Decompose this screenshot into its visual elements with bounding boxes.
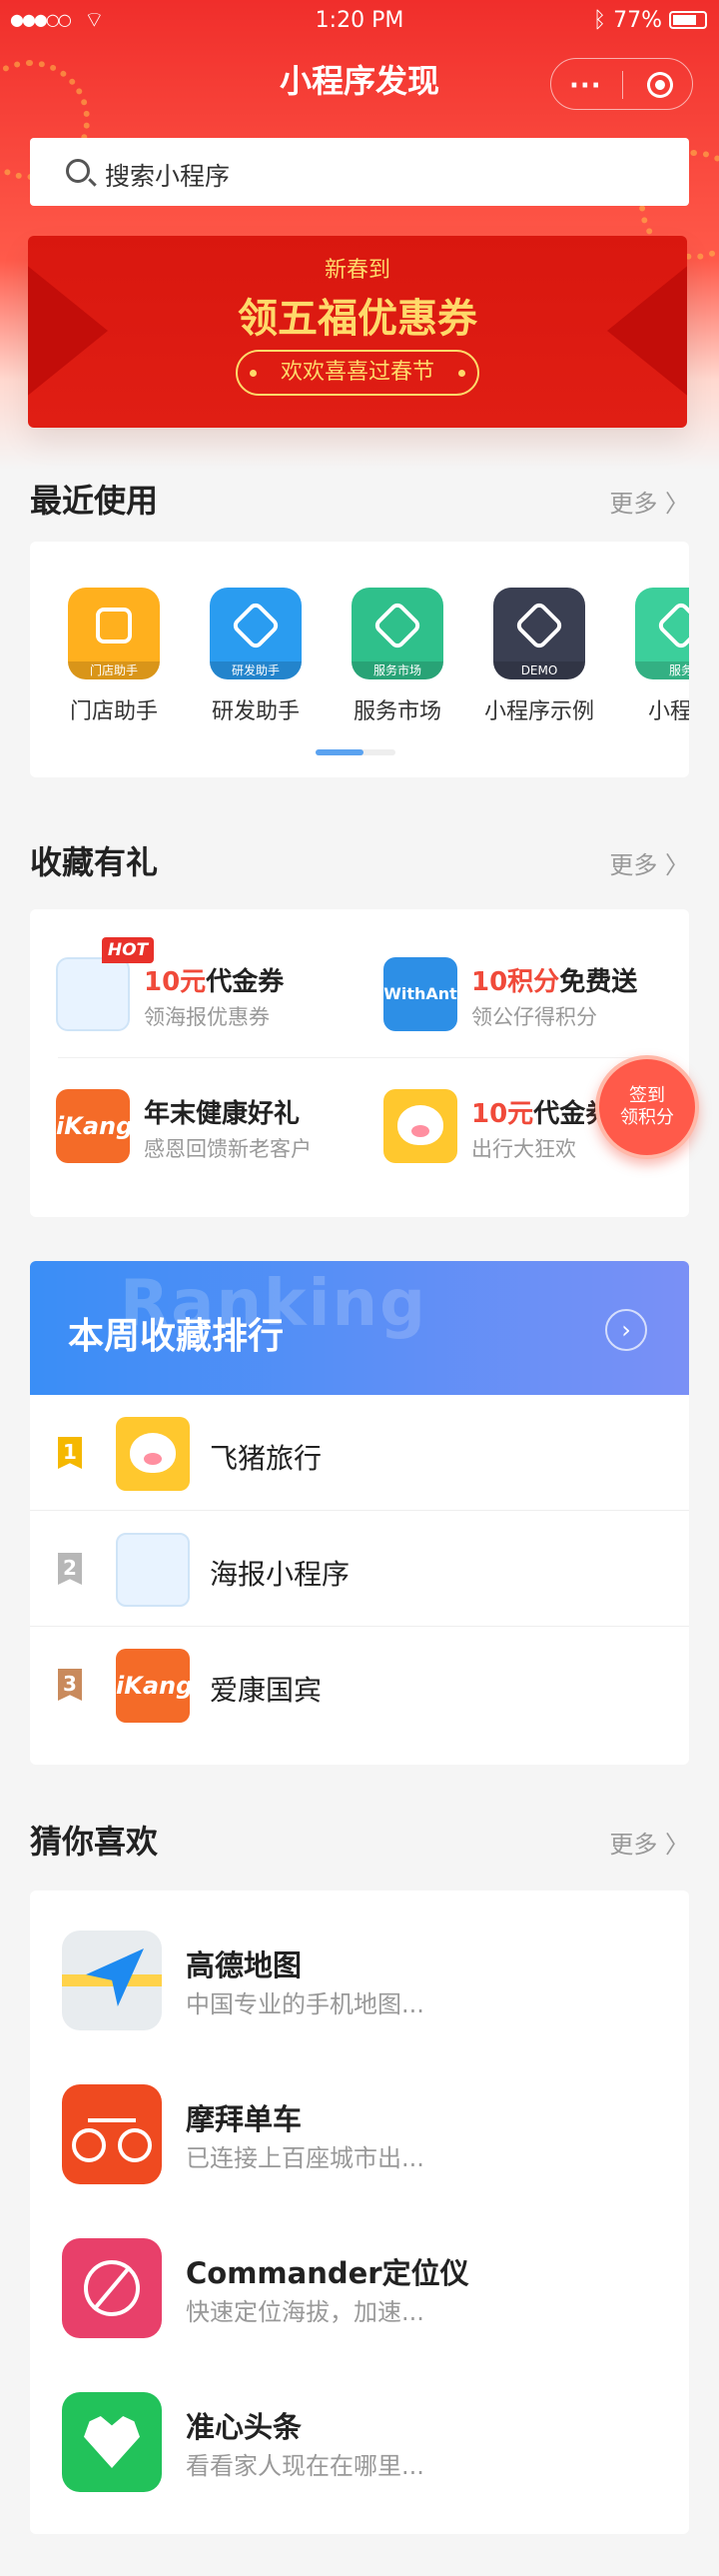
ikang-icon: iKang <box>56 1089 133 1163</box>
service-icon: 服务 <box>635 588 689 679</box>
recommend-desc: 中国专业的手机地图... <box>186 1990 424 2018</box>
bluetooth-icon: ᛒ <box>592 8 607 33</box>
recent-item-label: 小程序 <box>647 699 689 724</box>
recommend-row[interactable]: 高德地图 中国专业的手机地图... <box>30 1891 689 2040</box>
recent-item-label: 门店助手 <box>69 699 158 724</box>
favorite-item[interactable]: iKang 年末健康好礼 感恩回馈新老客户 <box>56 1081 356 1171</box>
basketball-icon <box>62 2238 162 2338</box>
weekly-ranking-card: Ranking 本周收藏排行 › 1 飞猪旅行 2 海报小程序 3 iKang … <box>30 1261 689 1765</box>
recommend-name: Commander定位仪 <box>186 2256 469 2290</box>
favorite-subtitle: 出行大狂欢 <box>471 1137 576 1161</box>
sign-in-points-button[interactable]: 签到 领积分 <box>595 1055 699 1159</box>
recommend-row[interactable]: 准心头条 看看家人现在在哪里... <box>30 2352 689 2502</box>
rank-badge: 1 <box>58 1437 82 1469</box>
favorite-title: 10积分免费送 <box>471 967 638 997</box>
favorite-item[interactable]: WithAnt 10积分免费送 领公仔得积分 <box>383 949 683 1039</box>
chevron-right-icon[interactable]: › <box>605 1309 647 1351</box>
poster-icon <box>116 1533 190 1607</box>
banner-cta[interactable]: 欢欢喜喜过春节 <box>236 350 479 396</box>
more-link-guess[interactable]: 更多 〉 <box>609 1825 689 1860</box>
favorite-subtitle: 领公仔得积分 <box>471 1005 597 1029</box>
banner-subtitle: 新春到 <box>324 258 390 283</box>
rank-badge: 2 <box>58 1553 82 1585</box>
ranking-row[interactable]: 3 iKang 爱康国宾 <box>30 1627 689 1743</box>
fliggy-icon <box>116 1417 190 1491</box>
favorite-title: 年末健康好礼 <box>144 1099 301 1129</box>
close-target-icon[interactable] <box>642 67 678 103</box>
favorite-subtitle: 领海报优惠券 <box>144 1005 270 1029</box>
poster-icon <box>56 957 130 1031</box>
hot-badge: HOT <box>102 937 154 963</box>
section-title-guess: 猜你喜欢 <box>30 1823 159 1861</box>
favorites-card: 10元代金券 领海报优惠券 HOT WithAnt 10积分免费送 领公仔得积分… <box>30 909 689 1217</box>
demo-icon: DEMO <box>493 588 585 679</box>
recent-item-label: 服务市场 <box>353 699 441 724</box>
store-assistant-icon: 门店助手 <box>68 588 160 679</box>
recent-card: 门店助手 门店助手 研发助手 研发助手 服务市场 服务市场 DEMO 小程序示例… <box>30 542 689 777</box>
recent-item[interactable]: 研发助手 研发助手 <box>196 588 316 725</box>
promo-banner[interactable]: 新春到 领五福优惠券 欢欢喜喜过春节 <box>28 236 687 428</box>
recent-item[interactable]: DEMO 小程序示例 <box>479 588 599 725</box>
map-icon <box>62 1931 162 2030</box>
recommend-name: 摩拜单车 <box>186 2102 303 2136</box>
favorite-subtitle: 感恩回馈新老客户 <box>144 1137 312 1161</box>
bike-icon <box>62 2084 162 2184</box>
more-options-button[interactable]: ··· <box>569 71 602 101</box>
fliggy-icon <box>383 1089 457 1163</box>
search-icon <box>66 159 90 183</box>
recommend-row[interactable]: 摩拜单车 已连接上百座城市出... <box>30 2044 689 2194</box>
ranking-name: 飞猪旅行 <box>210 1442 323 1475</box>
battery-icon <box>669 11 707 29</box>
recommend-desc: 已连接上百座城市出... <box>186 2144 424 2172</box>
ranking-name: 海报小程序 <box>210 1558 351 1591</box>
favorite-title: 10元代金券 <box>144 967 285 997</box>
dev-assistant-icon: 研发助手 <box>210 588 302 679</box>
capsule-divider <box>622 71 623 99</box>
ranking-row[interactable]: 1 飞猪旅行 <box>30 1395 689 1511</box>
ikang-icon: iKang <box>116 1649 193 1723</box>
recent-item-label: 小程序示例 <box>483 699 594 724</box>
ranking-header[interactable]: Ranking 本周收藏排行 › <box>30 1261 689 1395</box>
heart-icon <box>62 2392 162 2492</box>
ranking-title: 本周收藏排行 <box>68 1316 285 1357</box>
status-right: ᛒ 77% <box>593 8 707 33</box>
recommend-name: 准心头条 <box>186 2410 303 2444</box>
favorite-title: 10元代金券 <box>471 1099 612 1129</box>
recommend-desc: 看看家人现在在哪里... <box>186 2452 424 2480</box>
guess-card: 高德地图 中国专业的手机地图... 摩拜单车 已连接上百座城市出... Comm… <box>30 1891 689 2534</box>
section-title-favorites: 收藏有礼 <box>30 843 159 881</box>
recommend-desc: 快速定位海拔，加速... <box>186 2298 424 2326</box>
ranking-row[interactable]: 2 海报小程序 <box>30 1511 689 1627</box>
recent-item[interactable]: 服务市场 服务市场 <box>338 588 457 725</box>
favorite-item[interactable]: 10元代金券 领海报优惠券 <box>56 949 356 1039</box>
search-placeholder: 搜索小程序 <box>105 162 231 191</box>
recent-item-label: 研发助手 <box>211 699 300 724</box>
status-bar: ●●●○○ ⌔ 1:20 PM ᛒ 77% <box>0 0 719 44</box>
ranking-name: 爱康国宾 <box>210 1674 323 1707</box>
mini-program-capsule: ··· <box>550 58 693 110</box>
recommend-row[interactable]: Commander定位仪 快速定位海拔，加速... <box>30 2198 689 2348</box>
more-link-recent[interactable]: 更多 〉 <box>609 484 689 519</box>
section-title-recent: 最近使用 <box>30 482 159 520</box>
search-input[interactable]: 搜索小程序 <box>30 138 689 206</box>
recent-item[interactable]: 服务 小程序 <box>621 588 689 725</box>
battery-percent: 77% <box>613 8 662 33</box>
more-link-favorites[interactable]: 更多 〉 <box>609 845 689 880</box>
divider <box>58 1057 661 1058</box>
banner-headline: 领五福优惠券 <box>238 296 477 342</box>
rank-badge: 3 <box>58 1669 82 1701</box>
recommend-name: 高德地图 <box>186 1948 303 1982</box>
carousel-pager <box>316 749 395 755</box>
recent-item[interactable]: 门店助手 门店助手 <box>54 588 174 725</box>
service-market-icon: 服务市场 <box>352 588 443 679</box>
withant-icon: WithAnt <box>383 957 457 1031</box>
